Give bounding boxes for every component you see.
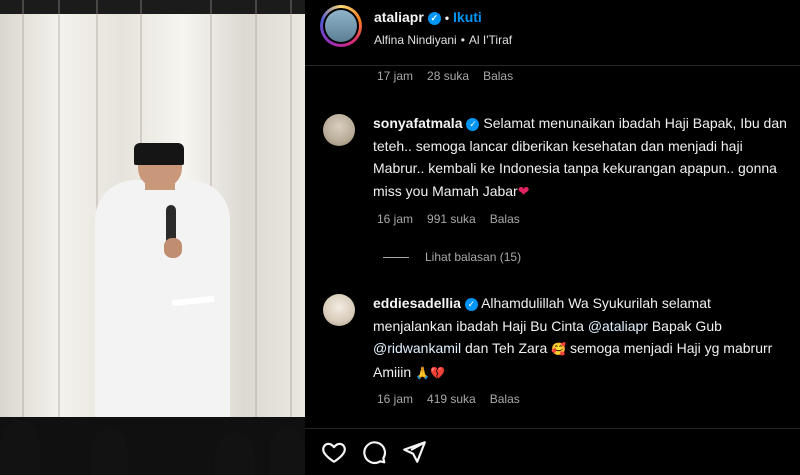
header-subtitle: Alfina Nindiyani • Al I'Tiraf <box>374 33 512 47</box>
audience-head <box>0 420 40 475</box>
comment-meta: 16 jam 991 suka Balas <box>377 212 534 226</box>
commenter-avatar[interactable] <box>323 294 355 326</box>
header-subtitle-user[interactable]: Alfina Nindiyani <box>374 33 457 47</box>
verified-badge-icon: ✓ <box>464 297 478 311</box>
post-header: ataliapr ✓ • Ikuti Alfina Nindiyani • Al I'Ti… <box>305 0 800 66</box>
avatar-image <box>325 10 357 42</box>
verified-badge-icon: ✓ <box>466 117 480 131</box>
comment-username[interactable]: sonyafatmala <box>373 115 462 131</box>
audience-head <box>215 432 255 475</box>
speaker-cap <box>134 143 184 165</box>
replies-divider-line <box>383 257 409 259</box>
speaker-hand <box>164 238 182 258</box>
comment-meta: 16 jam 419 suka Balas <box>377 392 534 406</box>
comment-body: eddiesadellia ✓ Alhamdulillah Wa Syukuril… <box>373 292 792 384</box>
share-icon[interactable] <box>401 439 427 465</box>
view-replies-button[interactable]: Lihat balasan (15) <box>383 250 521 264</box>
header-user-line: ataliapr ✓ • Ikuti <box>374 9 482 25</box>
separator-dot: • <box>460 33 465 47</box>
mention-link[interactable]: @ridwankamil <box>373 340 461 356</box>
reply-button[interactable]: Balas <box>490 392 520 406</box>
header-username[interactable]: ataliapr <box>374 9 424 25</box>
heart-emoji-icon: ❤ <box>517 182 530 199</box>
post-media[interactable] <box>0 0 305 475</box>
avatar[interactable] <box>320 5 362 47</box>
header-audio[interactable]: Al I'Tiraf <box>469 33 512 47</box>
comment-username[interactable]: eddiesadellia <box>373 295 461 311</box>
comment-time: 16 jam <box>377 392 414 406</box>
audience <box>0 417 305 475</box>
action-bar <box>305 428 800 475</box>
ceiling <box>0 0 305 14</box>
comment-likes[interactable]: 991 suka <box>427 212 476 226</box>
comment-time: 16 jam <box>377 212 414 226</box>
follow-button[interactable]: Ikuti <box>453 9 482 25</box>
broken-heart-emoji-icon: 💔 <box>429 365 445 380</box>
audience-head <box>270 425 305 475</box>
mention-link[interactable]: @ataliapr <box>588 318 648 334</box>
comments-panel: ataliapr ✓ • Ikuti Alfina Nindiyani • Al I'Ti… <box>305 0 800 475</box>
heart-icon[interactable] <box>321 439 347 465</box>
reply-button[interactable]: Balas <box>483 69 513 83</box>
curtain-fold <box>290 0 292 475</box>
commenter-avatar[interactable] <box>323 114 355 146</box>
verified-badge-icon: ✓ <box>427 11 441 25</box>
praying-hands-emoji-icon: 🙏 <box>415 365 430 380</box>
curtain-fold <box>58 0 60 475</box>
smiling-hearts-emoji-icon: 🥰 <box>551 342 567 356</box>
comment-icon[interactable] <box>361 439 387 465</box>
comment-text: Bapak Gub <box>651 317 722 334</box>
audience-head <box>90 428 128 475</box>
separator-dot: • <box>444 11 450 25</box>
view-replies-label: Lihat balasan (15) <box>425 250 522 264</box>
comment-text: dan Teh Zara <box>465 340 548 356</box>
curtain-fold <box>255 0 257 475</box>
comment-body: sonyafatmala ✓ Selamat menunaikan ibadah … <box>373 112 792 202</box>
comment-likes[interactable]: 419 suka <box>427 392 476 406</box>
comment-meta: 17 jam 28 suka Balas <box>377 69 527 83</box>
reply-button[interactable]: Balas <box>490 212 520 226</box>
comment-time: 17 jam <box>377 69 414 83</box>
curtain-fold <box>22 0 24 475</box>
comment-likes[interactable]: 28 suka <box>427 69 469 83</box>
